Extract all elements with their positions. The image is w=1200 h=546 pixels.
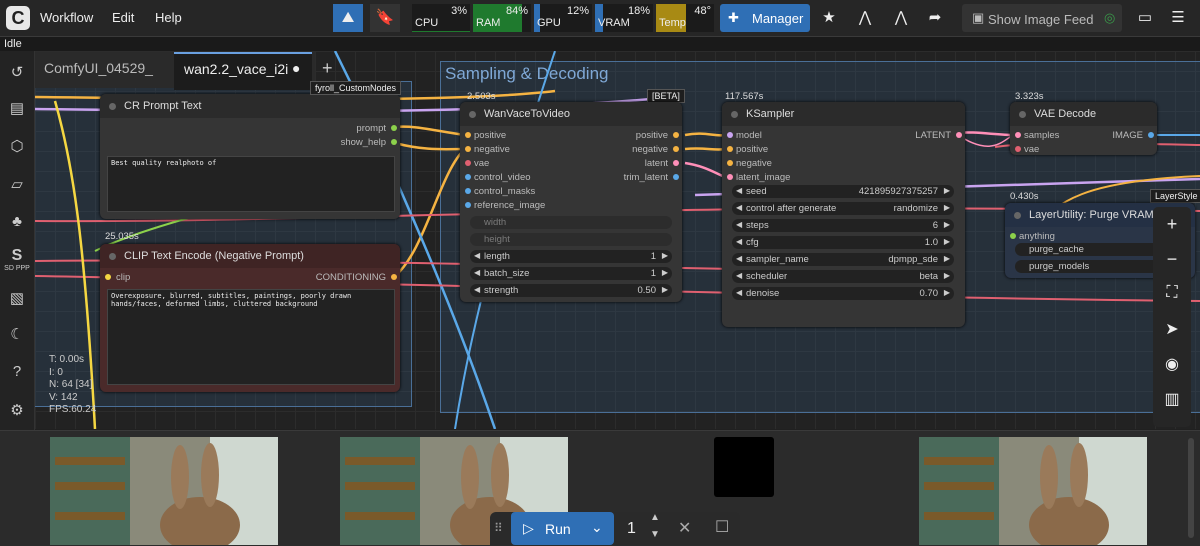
help-icon[interactable]: ? bbox=[0, 363, 34, 380]
image-icon: ▣ bbox=[972, 10, 985, 25]
manager-button[interactable]: ✚ Manager bbox=[720, 4, 810, 32]
tab-wan22-vace-i2i[interactable]: wan2.2_vace_i2i ● bbox=[174, 52, 312, 90]
share-icon[interactable]: ➦ bbox=[920, 4, 950, 32]
ksampler-node[interactable]: KSampler model positive negative latent_… bbox=[722, 102, 965, 327]
toggle-links-eye-icon[interactable]: ◉ bbox=[1155, 354, 1189, 374]
prompt-output-dot[interactable] bbox=[391, 125, 397, 131]
strength-widget[interactable]: ◀ strength 0.50 ▶ bbox=[470, 284, 672, 297]
minimap-icon[interactable]: ▥ bbox=[1155, 389, 1189, 409]
feed-image-black[interactable] bbox=[714, 437, 774, 497]
canvas-info: T: 0.00s I: 0 N: 64 [34] V: 142 FPS:60.24 bbox=[49, 354, 97, 415]
decrement-icon[interactable]: ▼ bbox=[650, 529, 660, 540]
feed-image-1[interactable] bbox=[50, 437, 278, 545]
clip-input-dot[interactable] bbox=[105, 274, 111, 280]
bookmark-icon[interactable]: 🔖 bbox=[370, 4, 400, 32]
folder-icon[interactable]: ▱ bbox=[0, 175, 34, 193]
status-text: Idle bbox=[4, 38, 22, 50]
menu-help[interactable]: Help bbox=[155, 10, 182, 25]
feed-scrollbar[interactable] bbox=[1188, 438, 1194, 538]
node-canvas[interactable]: Sampling & Decoding CR Prompt Text promp… bbox=[35, 51, 1200, 429]
comfyui-logo-icon[interactable]: C bbox=[6, 6, 30, 30]
theme-moon-icon[interactable]: ☾ bbox=[0, 325, 34, 343]
clear-queue-icon[interactable]: ☐ bbox=[715, 517, 729, 537]
steps-widget[interactable]: ◀ steps 6 ▶ bbox=[732, 219, 954, 232]
cr-prompt-text-node[interactable]: CR Prompt Text prompt show_help Best qua… bbox=[100, 94, 400, 219]
feed-status-icon: ◎ bbox=[1104, 10, 1116, 25]
cpu-stat: CPU 3% bbox=[412, 4, 470, 32]
height-widget: height bbox=[470, 233, 672, 246]
select-mode-icon[interactable]: ➤ bbox=[1155, 319, 1189, 339]
node-library-icon[interactable]: ⋀ bbox=[850, 4, 880, 32]
batch-size-widget[interactable]: ◀ batch_size 1 ▶ bbox=[470, 267, 672, 280]
seed-widget[interactable]: ◀ seed 421895927375257 ▶ bbox=[732, 185, 954, 198]
unsaved-dot-icon: ● bbox=[292, 60, 301, 76]
puzzle-icon: ✚ bbox=[728, 10, 739, 25]
cancel-x-icon[interactable]: ✕ bbox=[678, 518, 691, 538]
menu-edit[interactable]: Edit bbox=[112, 10, 134, 25]
increment-icon[interactable]: ▲ bbox=[650, 512, 660, 523]
ram-stat: RAM 84% bbox=[473, 4, 531, 32]
gallery-icon[interactable]: ▧ bbox=[0, 289, 34, 307]
gpu-stat: GPU 12% bbox=[534, 4, 592, 32]
vram-stat: VRAM 18% bbox=[595, 4, 653, 32]
queue-icon[interactable]: ⛰ bbox=[333, 4, 363, 32]
history-icon[interactable]: ↺ bbox=[0, 63, 34, 81]
show-help-output-dot[interactable] bbox=[391, 139, 397, 145]
vae-decode-node[interactable]: VAE Decode samples vae IMAGE bbox=[1010, 102, 1157, 155]
run-button[interactable]: ▷ Run ⌄ bbox=[511, 512, 614, 545]
negative-prompt-textarea[interactable]: Overexposure, blurred, subtitles, painti… bbox=[107, 289, 395, 385]
clip-text-encode-negative-node[interactable]: CLIP Text Encode (Negative Prompt) clip … bbox=[100, 244, 400, 392]
sdppp-label: SD PPP bbox=[4, 265, 30, 272]
length-widget[interactable]: ◀ length 1 ▶ bbox=[470, 250, 672, 263]
batch-count-input[interactable]: 1 bbox=[627, 520, 636, 538]
hamburger-menu-icon[interactable]: ☰ bbox=[1163, 4, 1193, 32]
tab-comfyui-04529[interactable]: ComfyUI_04529_ bbox=[44, 60, 153, 94]
prompt-textarea[interactable]: Best quality realphoto of bbox=[107, 156, 395, 212]
feed-image-3[interactable] bbox=[919, 437, 1147, 545]
denoise-widget[interactable]: ◀ denoise 0.70 ▶ bbox=[732, 287, 954, 300]
star-icon[interactable]: ★ bbox=[814, 4, 844, 32]
sampler-name-widget[interactable]: ◀ sampler_name dpmpp_sde ▶ bbox=[732, 253, 954, 266]
show-image-feed-button[interactable]: ▣ Show Image Feed ◎ bbox=[962, 4, 1122, 32]
cfg-widget[interactable]: ◀ cfg 1.0 ▶ bbox=[732, 236, 954, 249]
zoom-out-icon[interactable]: − bbox=[1155, 249, 1189, 270]
queue-list-icon[interactable]: ▤ bbox=[0, 99, 34, 117]
left-sidebar: ↺ ▤ ⬡ ▱ ♣ S SD PPP ▧ ☾ ? ⚙ bbox=[0, 51, 35, 431]
sdppp-icon[interactable]: S bbox=[0, 247, 34, 265]
status-bar: Idle bbox=[0, 37, 1200, 51]
width-widget: width bbox=[470, 216, 672, 229]
fit-view-icon[interactable]: ⛶ bbox=[1155, 284, 1189, 302]
run-bar: ⠿ ▷ Run ⌄ 1 ▲ ▼ ✕ ☐ bbox=[490, 512, 740, 545]
menu-workflow[interactable]: Workflow bbox=[40, 10, 93, 25]
play-icon: ▷ bbox=[523, 520, 534, 536]
conditioning-output-dot[interactable] bbox=[391, 274, 397, 280]
new-tab-plus-icon[interactable]: + bbox=[322, 58, 333, 79]
panel-bottom-icon[interactable]: ▭ bbox=[1130, 4, 1160, 32]
settings-gear-icon[interactable]: ⚙ bbox=[0, 401, 34, 419]
scheduler-widget[interactable]: ◀ scheduler beta ▶ bbox=[732, 270, 954, 283]
drag-handle-icon[interactable]: ⠿ bbox=[494, 521, 503, 535]
workflow-tree-icon[interactable]: ♣ bbox=[0, 213, 34, 230]
wan-vace-to-video-node[interactable]: WanVaceToVideo positive negative vae con… bbox=[460, 102, 682, 302]
top-bar: C Workflow Edit Help ⛰ 🔖 CPU 3% RAM 84% GP… bbox=[0, 0, 1200, 37]
cube-icon[interactable]: ⬡ bbox=[0, 137, 34, 155]
model-library-icon[interactable]: ⋀ bbox=[886, 4, 916, 32]
temp-stat: Temp 48° bbox=[656, 4, 714, 32]
control-after-generate-widget[interactable]: ◀ control after generate randomize ▶ bbox=[732, 202, 954, 215]
chevron-down-icon[interactable]: ⌄ bbox=[591, 519, 603, 536]
zoom-in-icon[interactable]: + bbox=[1155, 214, 1189, 235]
